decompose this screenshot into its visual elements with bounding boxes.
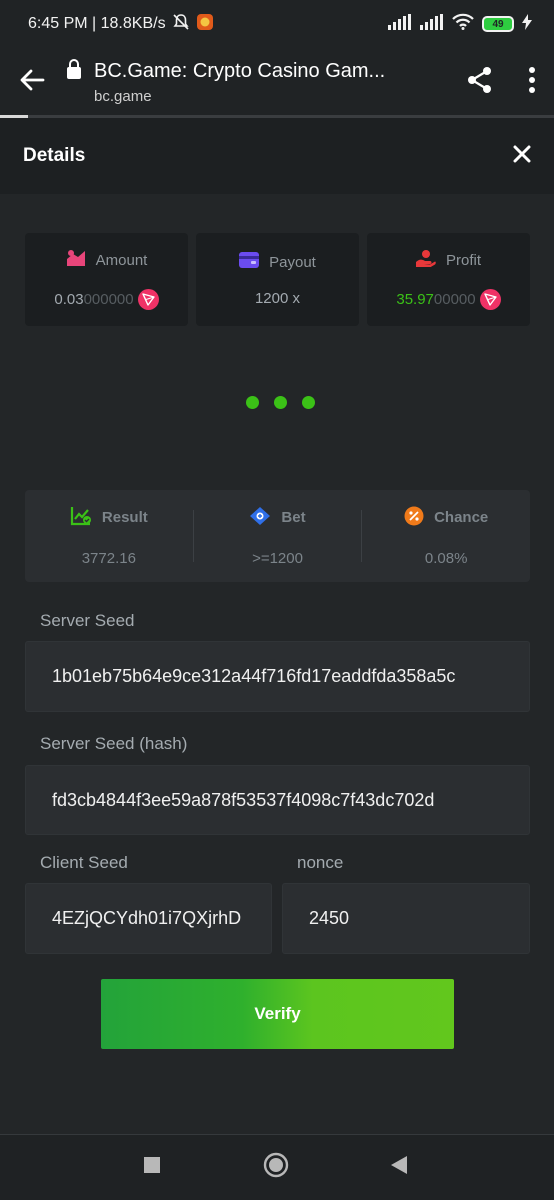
result-label: Result [101,509,148,526]
result-column: Result 3772.16 [25,506,193,567]
server-seed-hash-label: Server Seed (hash) [40,734,188,753]
recents-square-icon[interactable] [143,1156,161,1179]
back-arrow-icon[interactable] [18,66,46,99]
loading-dot [246,396,259,409]
wallet-icon [239,252,260,272]
battery-indicator: 49 [482,16,514,32]
status-time-speed: 6:45 PM | 18.8KB/s [28,15,166,32]
details-header: Details [0,118,554,194]
profit-label: Profit [445,251,481,269]
chance-value: 0.08% [424,549,468,567]
lock-icon [66,59,82,84]
close-icon[interactable] [513,145,531,168]
bet-column: Bet >=1200 [194,506,362,567]
server-seed-label: Server Seed [40,611,135,630]
nonce-input[interactable]: 2450 [282,883,530,954]
app-notification-icon [196,13,214,36]
page-title-block[interactable]: BC.Game: Crypto Casino Gam... bc.game [66,59,385,105]
browser-actions [466,66,536,99]
browser-toolbar: BC.Game: Crypto Casino Gam... bc.game [0,48,554,116]
status-left: 6:45 PM | 18.8KB/s [28,13,214,36]
server-seed-input[interactable]: 1b01eb75b64e9ce312a44f716fd17eaddfda358a… [25,641,530,712]
wifi-icon [452,13,474,35]
tron-coin-icon [137,289,159,310]
profit-card: Profit 35.9700000 [367,233,530,326]
bet-stats: Amount 0.03000000 Payout 1200 x Profit 3… [25,233,530,326]
chance-column: Chance 0.08% [362,506,530,567]
bet-label: Bet [281,509,306,526]
nonce-label: nonce [297,853,344,872]
result-value: 3772.16 [81,549,136,567]
tron-coin-icon [479,289,501,310]
result-chart-icon [70,506,92,530]
result-panel: Result 3772.16 Bet >=1200 Chance 0.08% [25,490,530,582]
profit-icon [415,249,436,271]
status-right: 49 [388,13,532,35]
verify-button[interactable]: Verify [101,979,454,1049]
chance-label: Chance [434,509,489,526]
system-nav-bar [0,1134,554,1200]
payout-label: Payout [269,253,316,271]
loading-dot [302,396,315,409]
percent-icon [404,506,424,530]
status-bar: 6:45 PM | 18.8KB/s 49 [0,0,554,48]
amount-value: 0.03 [54,291,84,308]
bet-value: >=1200 [252,549,303,567]
client-seed-input[interactable]: 4EZjQCYdh01i7QXjrhD [25,883,272,954]
amount-label: Amount [95,251,148,269]
amount-value-trailing: 000000 [83,291,134,308]
page-title: BC.Game: Crypto Casino Gam... [94,60,386,82]
back-triangle-icon[interactable] [390,1155,408,1180]
profit-value-trailing: 00000 [433,291,476,308]
bet-ticket-icon [249,506,271,530]
loading-dot [274,396,287,409]
signal-icon-2 [420,13,444,35]
amount-card: Amount 0.03000000 [25,233,188,326]
client-seed-label: Client Seed [40,853,128,872]
page-url: bc.game [94,88,152,105]
loading-indicator [246,396,315,409]
details-title: Details [23,145,86,166]
share-icon[interactable] [466,66,494,99]
payout-value: 1200 x [254,290,301,307]
profit-value: 35.97 [396,291,434,308]
home-circle-icon[interactable] [263,1152,289,1183]
more-vertical-icon[interactable] [528,66,536,98]
amount-icon [66,249,86,271]
bell-off-icon [172,13,190,36]
charging-icon [522,13,532,35]
server-seed-hash-input[interactable]: fd3cb4844f3ee59a878f53537f4098c7f43dc702… [25,765,530,835]
signal-icon [388,13,412,35]
payout-card: Payout 1200 x [196,233,359,326]
